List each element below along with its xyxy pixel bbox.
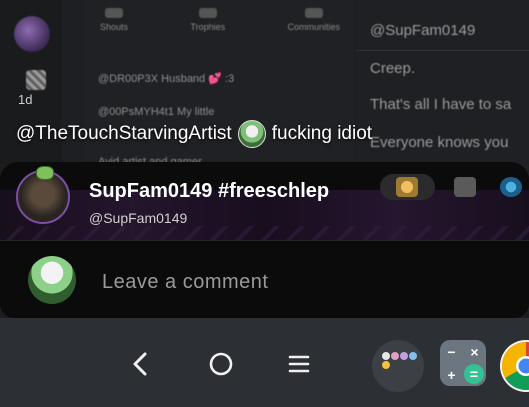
calc-equals: = [464, 364, 484, 384]
folder-app-dot [391, 352, 399, 360]
sticker-icon [396, 177, 418, 197]
system-nav-bar: − × + = [0, 318, 529, 407]
profile-bio-line: @DR00P3X Husband 💕 :3 [98, 73, 235, 85]
author-avatar[interactable] [16, 166, 70, 224]
chrome-app-icon[interactable] [500, 340, 529, 392]
home-button[interactable] [201, 344, 241, 384]
author-name[interactable]: SupFam0149 #freeschlep [89, 180, 329, 203]
calc-times: × [470, 343, 479, 360]
chat-handle: @SupFam0149 [370, 22, 476, 39]
profile-tabs: Shouts Trophies Communities [100, 8, 340, 36]
divider [0, 240, 529, 241]
mention-link[interactable]: @TheTouchStarvingArtist [16, 123, 232, 145]
window-icon [454, 177, 476, 197]
folder-app-dot [382, 352, 390, 360]
chat-divider [356, 50, 529, 51]
back-button[interactable] [120, 344, 160, 384]
mini-avatar-icon [237, 120, 266, 148]
avatar-badge-icon [36, 166, 54, 180]
tab-shouts[interactable]: Shouts [100, 8, 128, 36]
profile-bio-line: @00PsMYH4t1 My little [98, 106, 215, 118]
recents-button[interactable] [279, 344, 319, 384]
chat-message: That's all I have to sa [370, 96, 512, 113]
comment-composer [0, 246, 529, 312]
post-author-row[interactable]: SupFam0149 #freeschlep @SupFam0149 [16, 166, 516, 232]
caption-text: fucking idiot [271, 123, 373, 144]
chrome-logo-icon [501, 342, 529, 390]
time-label: 1d [18, 92, 33, 107]
app-folder-icon[interactable] [372, 340, 424, 392]
user-avatar [28, 256, 76, 304]
comment-sheet: SupFam0149 #freeschlep @SupFam0149 [0, 162, 529, 318]
folder-app-dot [409, 352, 417, 360]
calc-plus: + [447, 366, 456, 383]
tab-communities[interactable]: Communities [287, 8, 340, 36]
home-circle-icon [209, 352, 233, 376]
calculator-app-icon[interactable]: − × + = [440, 340, 486, 386]
folder-app-dot [382, 361, 390, 369]
browser-icon [500, 177, 522, 197]
sidebar-avatar[interactable] [14, 16, 50, 52]
menu-lines-icon [288, 355, 310, 373]
back-chevron-icon [133, 352, 147, 376]
author-handle: @SupFam0149 [89, 210, 188, 226]
chat-message: Everyone knows you [370, 134, 509, 151]
sidebar-thumbnail[interactable] [26, 70, 46, 90]
overlay-caption: @TheTouchStarvingArtist fucking idiot [16, 120, 372, 148]
folder-app-dot [400, 352, 408, 360]
chat-message: Creep. [370, 60, 416, 77]
calc-minus: − [447, 343, 456, 360]
comment-input[interactable] [100, 266, 504, 298]
tab-trophies[interactable]: Trophies [190, 8, 225, 36]
